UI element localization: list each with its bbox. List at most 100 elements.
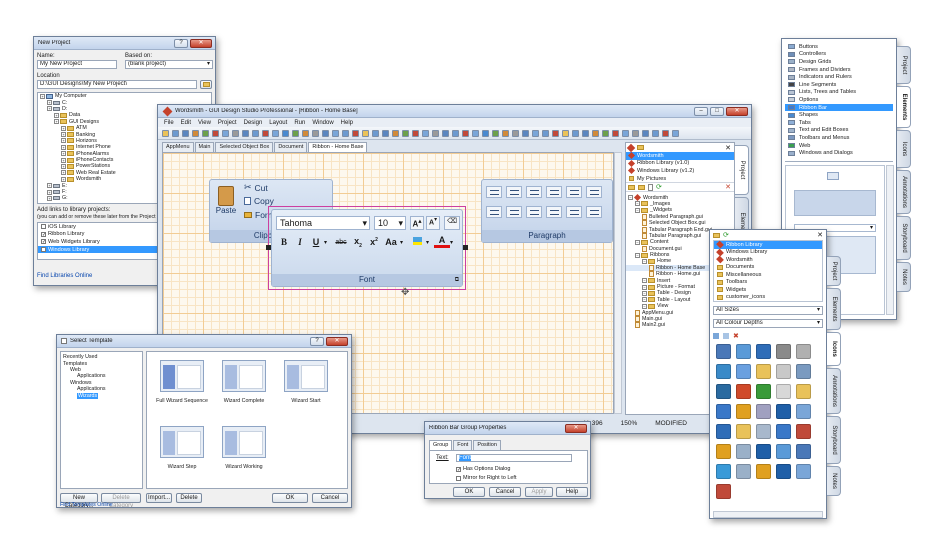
size-filter-select[interactable]: All Sizes ▾ — [713, 306, 823, 315]
toolbar-tool-icon[interactable] — [522, 129, 529, 137]
template-card[interactable]: Wizard Start — [277, 360, 335, 404]
toolbar-tool-icon[interactable] — [232, 129, 239, 137]
icon-library-item[interactable]: Miscellaneous — [714, 271, 822, 279]
icon-library-item[interactable]: Windows Library — [714, 248, 822, 257]
document-tab[interactable]: Main — [194, 142, 215, 152]
menu-edit[interactable]: Edit — [181, 120, 191, 126]
menu-window[interactable]: Window — [312, 120, 333, 126]
element-category-item[interactable]: Frames and Dividers — [785, 66, 893, 74]
expand-icon[interactable]: + — [54, 112, 59, 118]
library-icon-tile[interactable] — [716, 404, 731, 419]
toolbar-tool-icon[interactable] — [662, 129, 669, 137]
toolbar-tool-icon[interactable] — [482, 129, 489, 137]
delete-button[interactable]: Delete — [176, 493, 202, 503]
library-icon-tile[interactable] — [756, 364, 771, 379]
library-checkbox[interactable] — [41, 224, 46, 230]
library-checkbox[interactable]: ✓ — [41, 247, 46, 253]
icon-library-list[interactable]: Ribbon Library Windows Library Wordsmith Do… — [713, 240, 823, 302]
side-tab-elements[interactable]: Elements — [827, 288, 841, 330]
project-library-item[interactable]: Windows Library (v1.2) — [626, 167, 734, 175]
main-titlebar[interactable]: Wordsmith - GUI Design Studio Profession… — [158, 105, 751, 118]
expand-icon[interactable]: − — [642, 297, 647, 303]
library-icon-tile[interactable] — [776, 464, 791, 479]
toolbar-tool-icon[interactable] — [572, 129, 579, 137]
template-card[interactable]: Wizard Complete — [215, 360, 273, 404]
toolbar-tool-icon[interactable] — [472, 129, 479, 137]
toolbar-tool-icon[interactable] — [612, 129, 619, 137]
expand-icon[interactable]: + — [61, 138, 66, 144]
expand-icon[interactable]: − — [635, 207, 640, 213]
library-icon-tile[interactable] — [736, 424, 751, 439]
library-checkbox[interactable]: ✓ — [41, 239, 46, 245]
toolbar-tool-icon[interactable] — [552, 129, 559, 137]
bold-button[interactable]: B — [276, 237, 292, 247]
font-group-selection[interactable]: Tahoma ▾ 10 ▾ A▴ A▾ ⌫ B I U ▾ abc x2 x2 … — [266, 206, 468, 298]
icon-library-item[interactable]: customer_icons — [714, 294, 822, 302]
resize-handle[interactable] — [266, 245, 271, 250]
template-category-item[interactable]: Wizards — [63, 392, 140, 399]
cut-button[interactable]: ✂ Cut — [244, 182, 268, 193]
toolbar-tool-icon[interactable] — [592, 129, 599, 137]
refresh-icon[interactable]: ⟳ — [656, 183, 662, 191]
icon-library-item[interactable]: Wordsmith — [714, 255, 822, 264]
toolbar-tool-icon[interactable] — [392, 129, 399, 137]
library-icon-tile[interactable] — [776, 364, 791, 379]
list-format-button[interactable] — [486, 186, 502, 198]
expand-icon[interactable]: + — [61, 163, 66, 169]
library-icon-tile[interactable] — [796, 444, 811, 459]
expand-icon[interactable]: + — [61, 151, 66, 157]
icon-library-item[interactable]: Documents — [714, 264, 822, 272]
view-large-icon[interactable] — [713, 333, 719, 339]
subscript-button[interactable]: x2 — [350, 236, 366, 249]
mirror-check[interactable] — [456, 475, 461, 481]
expand-icon[interactable]: − — [635, 201, 640, 207]
align-button[interactable] — [546, 206, 562, 218]
toolbar-tool-icon[interactable] — [642, 129, 649, 137]
element-category-item[interactable]: Indicators and Rulers — [785, 73, 893, 81]
toolbar-tool-icon[interactable] — [332, 129, 339, 137]
element-category-item[interactable]: Options — [785, 96, 893, 104]
toolbar-tool-icon[interactable] — [312, 129, 319, 137]
expand-icon[interactable]: + — [61, 144, 66, 150]
list-format-button[interactable] — [566, 186, 582, 198]
toolbar-tool-icon[interactable] — [432, 129, 439, 137]
toolbar-tool-icon[interactable] — [302, 129, 309, 137]
project-library-item[interactable]: Wordsmith — [626, 152, 734, 160]
toolbar-tool-icon[interactable] — [582, 129, 589, 137]
dialog-launcher-icon[interactable]: ⧉ — [455, 277, 459, 284]
library-icon-tile[interactable] — [756, 464, 771, 479]
menu-run[interactable]: Run — [294, 120, 305, 126]
cancel-button[interactable]: Cancel — [312, 493, 348, 503]
toolbar-tool-icon[interactable] — [292, 129, 299, 137]
library-icon-tile[interactable] — [736, 384, 751, 399]
file-icon[interactable] — [648, 183, 653, 191]
toolbar-tool-icon[interactable] — [402, 129, 409, 137]
find-libraries-link[interactable]: Find Libraries Online — [37, 273, 92, 279]
expand-icon[interactable]: + — [61, 132, 66, 138]
toolbar-tool-icon[interactable] — [342, 129, 349, 137]
library-icon-tile[interactable] — [796, 424, 811, 439]
mirror-checkbox[interactable]: Mirror for Right to Left — [456, 475, 517, 481]
toolbar-tool-icon[interactable] — [512, 129, 519, 137]
expand-icon[interactable]: + — [47, 183, 52, 189]
close-icon[interactable]: ✕ — [326, 336, 348, 346]
document-tab[interactable]: Selected Object Box — [215, 142, 274, 152]
element-category-item[interactable]: Controllers — [785, 51, 893, 59]
grow-font-button[interactable]: A▴ — [410, 216, 424, 230]
folder-icon[interactable] — [628, 184, 635, 190]
highlight-button[interactable] — [408, 237, 426, 247]
toolbar-tool-icon[interactable] — [282, 129, 289, 137]
side-tab-annotations[interactable]: Annotations — [827, 368, 841, 414]
project-name-input[interactable]: My New Project — [37, 60, 117, 69]
template-card[interactable]: Full Wizard Sequence — [153, 360, 211, 404]
select-template-titlebar[interactable]: Select Template ? ✕ — [57, 335, 351, 348]
new-project-titlebar[interactable]: New Project ? ✕ — [34, 37, 215, 50]
library-icon-tile[interactable] — [756, 344, 771, 359]
toolbar-tool-icon[interactable] — [382, 129, 389, 137]
library-icon-tile[interactable] — [716, 424, 731, 439]
expand-icon[interactable]: − — [642, 284, 647, 290]
element-category-item[interactable]: Web — [785, 142, 893, 150]
expand-icon[interactable]: + — [61, 170, 66, 176]
library-icon-tile[interactable] — [756, 404, 771, 419]
close-icon[interactable]: ✕ — [190, 38, 212, 48]
